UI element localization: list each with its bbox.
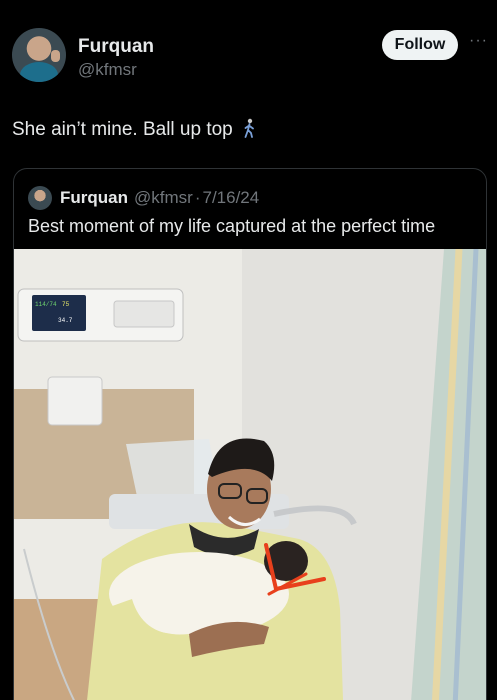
quoted-handle: @kfmsr	[134, 188, 193, 207]
more-horizontal-icon[interactable]: ···	[469, 33, 489, 52]
separator-dot: ·	[194, 188, 201, 207]
quoted-display-name: Furquan	[60, 188, 128, 207]
quoted-post[interactable]: Furquan @kfmsr · 7/16/24 Best moment of …	[13, 168, 487, 700]
follow-button[interactable]: Follow	[382, 30, 458, 60]
monitor-reading-1: 114/74	[35, 301, 57, 308]
quoted-post-header: Furquan @kfmsr · 7/16/24	[28, 185, 259, 211]
display-name[interactable]: Furquan	[78, 36, 154, 58]
post-header: Furquan @kfmsr Follow ···	[12, 28, 487, 88]
avatar-shirt	[20, 62, 58, 82]
quoted-post-text: Best moment of my life captured at the p…	[28, 216, 436, 236]
monitor-reading-3: 34.7	[58, 317, 73, 324]
quoted-avatar	[28, 186, 52, 210]
person-walking-icon	[244, 118, 254, 138]
post-text: She ain’t mine. Ball up top	[12, 118, 256, 141]
quoted-date: 7/16/24	[202, 188, 260, 207]
user-handle[interactable]: @kfmsr	[78, 60, 137, 80]
wall-outlet	[47, 376, 103, 426]
post-photo[interactable]: 114/74 75 34.7	[14, 249, 487, 700]
bassinet	[126, 439, 219, 501]
avatar-hand	[51, 50, 60, 62]
avatar[interactable]	[12, 28, 66, 82]
monitor-reading-2: 75	[62, 301, 70, 308]
post-text-content: She ain’t mine. Ball up top	[12, 119, 233, 140]
monitor-device	[113, 300, 175, 328]
